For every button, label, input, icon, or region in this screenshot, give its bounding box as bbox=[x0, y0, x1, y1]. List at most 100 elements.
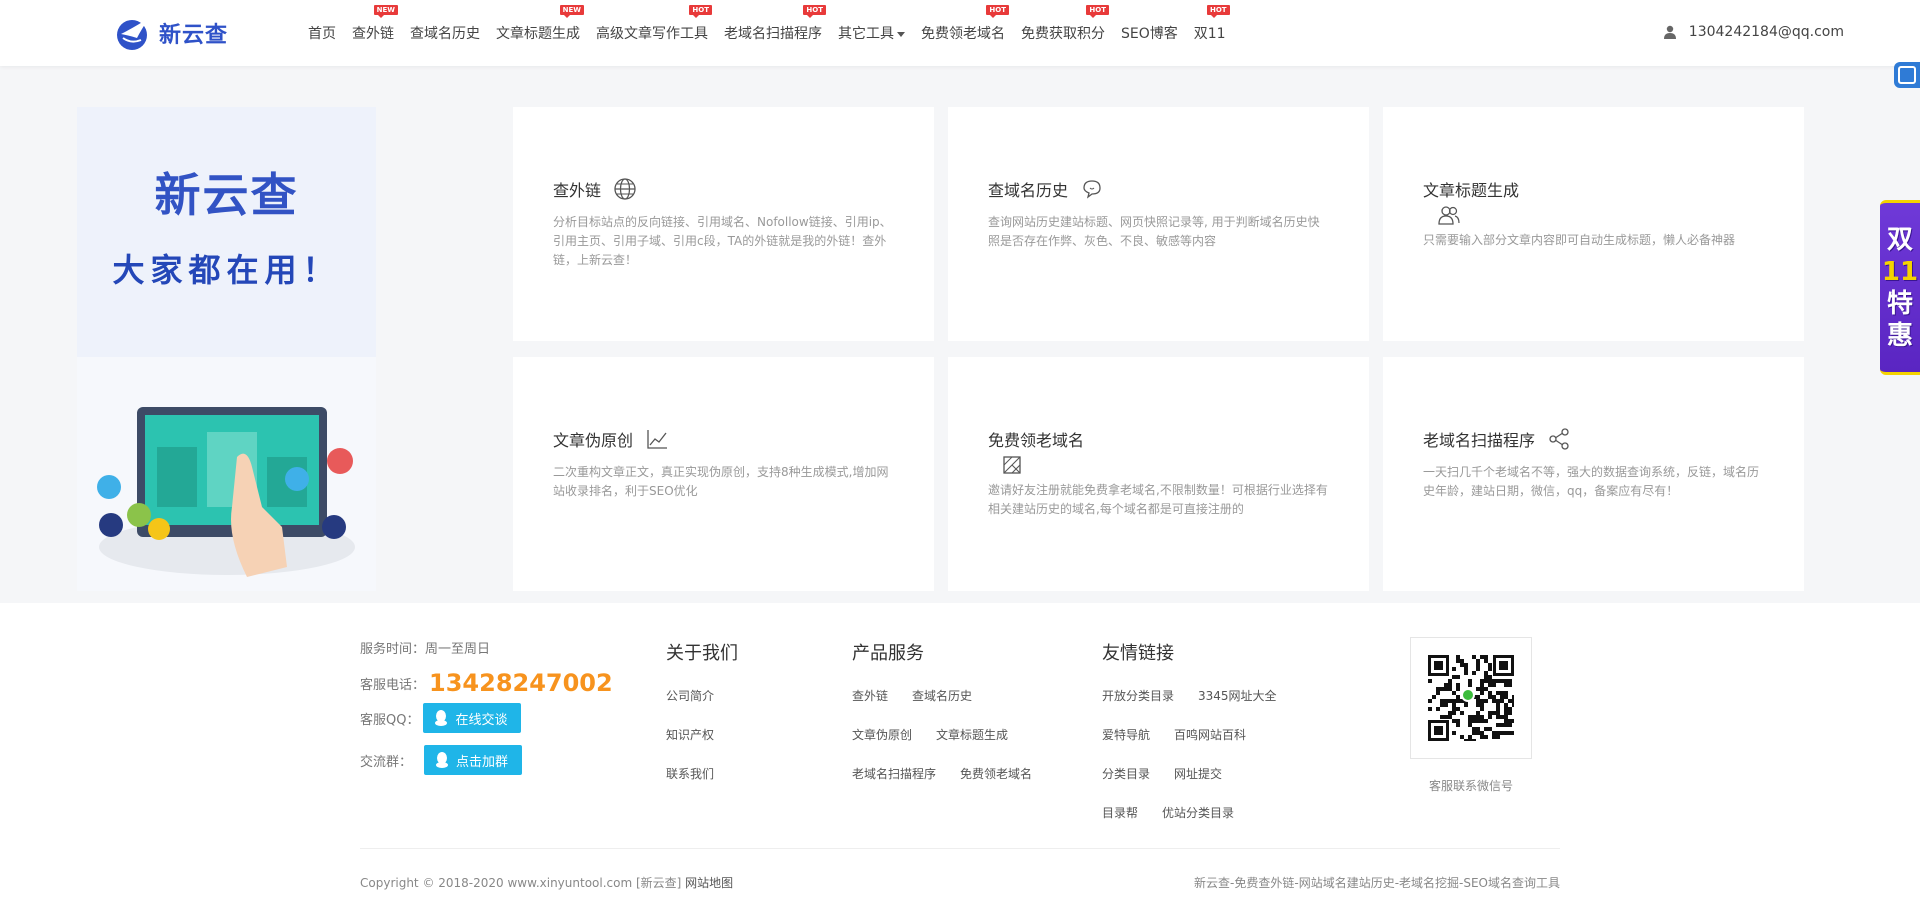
about-link[interactable]: 知识产权 bbox=[666, 726, 738, 743]
tool-card-title-text: 免费领老域名 bbox=[988, 431, 1085, 450]
page-footer: 服务时间： 周一至周日 客服电话： 13428247002 客服QQ： 在线交谈… bbox=[0, 603, 1920, 916]
tool-card-title: 查域名历史 bbox=[988, 177, 1104, 201]
site-logo[interactable]: 新云查 bbox=[115, 14, 228, 52]
line-chart-icon bbox=[647, 430, 668, 449]
users-icon bbox=[1438, 206, 1460, 225]
friend-link-row: 目录帮 优站分类目录 bbox=[1102, 804, 1277, 843]
nav-badge: NEW bbox=[559, 5, 584, 18]
friend-link[interactable]: 开放分类目录 bbox=[1102, 687, 1174, 704]
footer-friend-links: 友情链接 开放分类目录 3345网址大全 爱特导航 百鸣网站百科 分类目录 网址提交 目录帮… bbox=[1102, 639, 1277, 843]
friend-link[interactable]: 3345网址大全 bbox=[1198, 687, 1277, 704]
tool-card-title: 文章标题生成 bbox=[1423, 177, 1519, 227]
friend-link[interactable]: 网址提交 bbox=[1174, 765, 1222, 782]
phone-row: 客服电话： 13428247002 bbox=[360, 669, 613, 697]
friend-link[interactable]: 目录帮 bbox=[1102, 804, 1138, 821]
nav-item-label: 免费领老域名 bbox=[921, 26, 1005, 42]
user-account[interactable]: 1304242184@qq.com bbox=[1663, 24, 1844, 40]
tool-card[interactable]: 查外链 分析目标站点的反向链接、引用域名、Nofollow链接、引用ip、引用主页… bbox=[513, 107, 934, 341]
nav-badge: HOT bbox=[1207, 5, 1230, 18]
nav-item[interactable]: 老域名扫描程序 HOT bbox=[724, 5, 826, 43]
about-link[interactable]: 公司简介 bbox=[666, 687, 738, 704]
friend-link-row: 分类目录 网址提交 bbox=[1102, 765, 1277, 804]
promo-char: 双 bbox=[1886, 224, 1913, 255]
sitemap-link[interactable]: 网站地图 bbox=[685, 876, 733, 890]
nav-badge: HOT bbox=[803, 5, 826, 18]
logo-text: 新云查 bbox=[159, 23, 229, 48]
tool-grid-section: 新云查 大家都在用！ 查外链 分析目标站点的反向链接、引用域名、Nofollow链… bbox=[77, 107, 1804, 591]
product-link[interactable]: 查域名历史 bbox=[912, 687, 972, 704]
service-time-value: 周一至周日 bbox=[425, 642, 491, 657]
tool-card-description: 一天扫几千个老域名不等，强大的数据查询系统，反链，域名历史年龄，建站日期，微信，… bbox=[1423, 465, 1760, 498]
product-link[interactable]: 查外链 bbox=[852, 687, 888, 704]
group-row: 交流群： 点击加群 bbox=[360, 745, 613, 775]
footer-divider bbox=[360, 848, 1560, 849]
promo-char: 惠 bbox=[1886, 320, 1913, 351]
nav-badge: HOT bbox=[1086, 5, 1109, 18]
main-nav: 首页 查外链 NEW 查域名历史 文章标题生成 NEW 高级文章写作工具 HOT 老域名扫描程序… bbox=[300, 0, 1234, 66]
qq-row: 客服QQ： 在线交谈 bbox=[360, 703, 613, 733]
top-header: 新云查 首页 查外链 NEW 查域名历史 文章标题生成 NEW 高级文章写作工具 HOT 老域名… bbox=[0, 0, 1920, 66]
qr-code-icon bbox=[1428, 655, 1514, 741]
service-time-row: 服务时间： 周一至周日 bbox=[360, 638, 613, 657]
nav-badge: HOT bbox=[689, 5, 712, 18]
banner-title: 新云查 bbox=[154, 168, 299, 222]
tool-card-title: 文章伪原创 bbox=[553, 427, 669, 451]
tool-card-title-text: 文章标题生成 bbox=[1423, 181, 1520, 200]
product-link[interactable]: 老域名扫描程序 bbox=[852, 765, 936, 782]
nav-item[interactable]: 文章标题生成 NEW bbox=[496, 5, 584, 43]
qr-caption: 客服联系微信号 bbox=[1428, 779, 1513, 793]
tool-card-description: 查询网站历史建站标题、网页快照记录等, 用于判断域名历史快照是否存在作弊、灰色、… bbox=[988, 215, 1320, 248]
friend-link[interactable]: 爱特导航 bbox=[1102, 726, 1150, 743]
nav-item[interactable]: 查外链 NEW bbox=[352, 5, 398, 43]
nav-item-label: SEO博客 bbox=[1121, 26, 1178, 42]
join-group-button[interactable]: 点击加群 bbox=[424, 745, 523, 775]
service-time-label: 服务时间： bbox=[360, 642, 426, 657]
friend-link-row: 爱特导航 百鸣网站百科 bbox=[1102, 726, 1277, 765]
friend-link[interactable]: 分类目录 bbox=[1102, 765, 1150, 782]
user-icon bbox=[1663, 25, 1676, 39]
qq-penguin-icon bbox=[436, 752, 449, 768]
nav-item[interactable]: 首页 bbox=[308, 23, 336, 43]
product-link[interactable]: 文章标题生成 bbox=[936, 726, 1008, 743]
nav-item[interactable]: 高级文章写作工具 HOT bbox=[596, 5, 712, 43]
double11-promo-banner[interactable]: 双 11 特惠 bbox=[1880, 200, 1920, 375]
qq-button-label: 在线交谈 bbox=[455, 712, 508, 728]
nav-item[interactable]: 其它工具 bbox=[838, 23, 905, 43]
friend-link[interactable]: 优站分类目录 bbox=[1162, 804, 1234, 821]
product-link-row: 文章伪原创 文章标题生成 bbox=[852, 726, 1032, 765]
globe-icon bbox=[614, 178, 636, 200]
nav-badge: NEW bbox=[373, 5, 398, 18]
tool-card-title: 免费领老域名 bbox=[988, 427, 1084, 477]
copyright: Copyright © 2018-2020 www.xinyuntool.com… bbox=[360, 874, 733, 891]
about-link[interactable]: 联系我们 bbox=[666, 765, 738, 782]
phone-number: 13428247002 bbox=[429, 669, 613, 697]
group-label: 交流群： bbox=[360, 754, 413, 770]
tool-card[interactable]: 文章标题生成 只需要输入部分文章内容即可自动生成标题，懒人必备神器 bbox=[1383, 107, 1804, 341]
user-email: 1304242184@qq.com bbox=[1688, 24, 1844, 40]
nav-item[interactable]: 免费领老域名 HOT bbox=[921, 5, 1009, 43]
footer-products: 产品服务 查外链 查域名历史文章伪原创 文章标题生成老域名扫描程序 免费领老域名 bbox=[852, 639, 1032, 804]
footer-slogan: 新云查-免费查外链-网站域名建站历史-老域名挖掘-SEO域名查询工具 bbox=[1194, 876, 1560, 890]
banner-subtitle: 大家都在用！ bbox=[112, 251, 341, 289]
products-heading: 产品服务 bbox=[852, 643, 924, 664]
product-link[interactable]: 免费领老域名 bbox=[960, 765, 1032, 782]
float-service-button[interactable] bbox=[1894, 62, 1920, 88]
tool-card[interactable]: 查域名历史查询网站历史建站标题、网页快照记录等, 用于判断域名历史快照是否存在作… bbox=[948, 107, 1369, 341]
tool-card[interactable]: 老域名扫描程序一天扫几千个老域名不等，强大的数据查询系统，反链，域名历史年龄，建… bbox=[1383, 357, 1804, 591]
chevron-down-icon bbox=[897, 31, 905, 37]
tool-card-title-text: 老域名扫描程序 bbox=[1423, 431, 1536, 450]
friend-link[interactable]: 百鸣网站百科 bbox=[1174, 726, 1246, 743]
nav-item-label: 文章标题生成 bbox=[496, 26, 580, 42]
tool-card[interactable]: 免费领老域名 邀请好友注册就能免费拿老域名,不限制数量！可根据行业选择有相关建站历… bbox=[948, 357, 1369, 591]
qq-chat-button[interactable]: 在线交谈 bbox=[423, 703, 522, 733]
nav-item[interactable]: SEO博客 bbox=[1121, 23, 1178, 43]
nav-item[interactable]: 双11 HOT bbox=[1194, 5, 1230, 43]
chat-bubble-icon bbox=[1083, 180, 1101, 199]
product-link[interactable]: 文章伪原创 bbox=[852, 726, 912, 743]
tool-card-title: 老域名扫描程序 bbox=[1423, 427, 1571, 451]
hero-banner: 新云查 大家都在用！ bbox=[77, 107, 376, 591]
tool-card[interactable]: 文章伪原创 二次重构文章正文，真正实现伪原创，支持8种生成模式,增加网站收录排名，… bbox=[513, 357, 934, 591]
nav-item[interactable]: 查域名历史 bbox=[410, 23, 480, 43]
copyright-text: Copyright © 2018-2020 www.xinyuntool.com… bbox=[360, 876, 682, 890]
nav-item[interactable]: 免费获取积分 HOT bbox=[1021, 5, 1109, 43]
